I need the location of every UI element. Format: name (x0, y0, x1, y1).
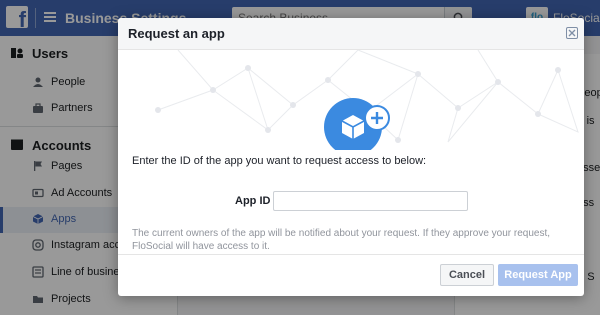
close-button[interactable] (566, 27, 578, 39)
request-app-button[interactable]: Request App (498, 264, 578, 286)
dialog-note: The current owners of the app will be no… (132, 228, 551, 252)
close-icon (568, 29, 576, 37)
dialog-title: Request an app (128, 26, 225, 41)
app-id-input[interactable] (273, 191, 468, 211)
cancel-button[interactable]: Cancel (440, 264, 494, 286)
request-app-dialog: Request an app Enter the ID of the app y… (118, 18, 584, 296)
app-id-label: App ID (235, 195, 271, 207)
plus-icon (371, 112, 383, 124)
dialog-footer-divider (118, 254, 584, 255)
dialog-illustration (118, 50, 584, 150)
add-badge (364, 105, 390, 131)
dialog-instructions: Enter the ID of the app you want to requ… (132, 155, 427, 167)
dialog-header: Request an app (118, 18, 584, 50)
